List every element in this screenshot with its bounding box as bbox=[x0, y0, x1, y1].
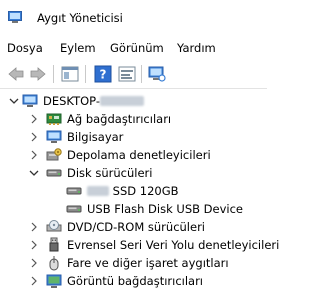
menu-help[interactable]: Yardım bbox=[177, 41, 216, 55]
tree-item-label: Disk sürücüleri bbox=[67, 166, 153, 180]
expand-chevron-icon[interactable] bbox=[29, 113, 39, 125]
storage-controller-icon bbox=[46, 148, 62, 161]
tree-item-label: Depolama denetleyicileri bbox=[67, 148, 211, 162]
network-adapter-icon bbox=[46, 113, 62, 125]
title-bar: Aygıt Yöneticisi bbox=[0, 0, 267, 34]
tree-item-label: DVD/CD-ROM sürücüleri bbox=[67, 220, 206, 234]
redacted-text bbox=[99, 96, 144, 106]
tree-item-label: Ağ bağdaştırıcıları bbox=[67, 112, 172, 126]
menu-file[interactable]: Dosya bbox=[7, 41, 43, 55]
tree-item-disk-drives[interactable]: Disk sürücüleri bbox=[0, 164, 267, 182]
display-adapter-icon bbox=[46, 274, 62, 288]
redacted-text bbox=[87, 186, 109, 196]
show-hide-console-tree-icon[interactable] bbox=[60, 65, 80, 83]
tree-item-label: Evrensel Seri Veri Yolu denetleyicileri bbox=[67, 238, 280, 252]
forward-arrow-icon[interactable] bbox=[28, 65, 48, 83]
back-arrow-icon[interactable] bbox=[6, 65, 26, 83]
collapse-chevron-icon[interactable] bbox=[29, 167, 39, 179]
tree-root[interactable]: DESKTOP- bbox=[0, 92, 267, 110]
computer-name-label: DESKTOP- bbox=[43, 94, 144, 108]
tree-item-usb-controllers[interactable]: Evrensel Seri Veri Yolu denetleyicileri bbox=[0, 236, 279, 254]
usb-controller-icon bbox=[49, 237, 59, 252]
tree-item-dvd-drives[interactable]: DVD/CD-ROM sürücüleri bbox=[0, 218, 267, 236]
toolbar-separator bbox=[85, 65, 86, 83]
expand-chevron-icon[interactable] bbox=[29, 131, 39, 143]
expand-chevron-icon[interactable] bbox=[29, 257, 39, 269]
menu-bar: Dosya Eylem Görünüm Yardım bbox=[0, 34, 267, 60]
disk-drive-icon bbox=[66, 187, 82, 195]
properties-icon[interactable] bbox=[117, 65, 137, 83]
collapse-chevron-icon[interactable] bbox=[9, 95, 19, 107]
disk-drive-icon bbox=[46, 169, 62, 177]
tree-item-display-adapters[interactable]: Görüntü bağdaştırıcıları bbox=[0, 272, 267, 290]
tree-item-mice[interactable]: Fare ve diğer işaret aygıtları bbox=[0, 254, 267, 272]
window-title: Aygıt Yöneticisi bbox=[37, 11, 123, 25]
scan-hardware-changes-icon[interactable] bbox=[147, 65, 167, 83]
disk-drive-icon bbox=[66, 205, 82, 213]
tree-item-label: Görüntü bağdaştırıcıları bbox=[67, 274, 204, 288]
tree-item-ssd[interactable]: SSD 120GB bbox=[0, 182, 267, 200]
help-icon[interactable]: ? bbox=[93, 65, 113, 83]
device-tree: DESKTOP- Ağ bağdaştırıcıları Bilgisayar bbox=[0, 89, 279, 294]
expand-chevron-icon[interactable] bbox=[29, 221, 39, 233]
computer-icon bbox=[46, 130, 62, 143]
svg-text:?: ? bbox=[100, 68, 107, 82]
expand-chevron-icon[interactable] bbox=[29, 149, 39, 161]
tree-item-label: SSD 120GB bbox=[87, 184, 179, 198]
menu-view[interactable]: Görünüm bbox=[110, 41, 164, 55]
tree-item-computer[interactable]: Bilgisayar bbox=[0, 128, 267, 146]
tree-item-label: USB Flash Disk USB Device bbox=[87, 202, 244, 216]
computer-icon bbox=[22, 94, 38, 107]
tree-item-usb-flash-disk[interactable]: USB Flash Disk USB Device bbox=[0, 200, 267, 218]
toolbar-separator bbox=[53, 65, 54, 83]
tree-item-network-adapters[interactable]: Ağ bağdaştırıcıları bbox=[0, 110, 267, 128]
dvd-drive-icon bbox=[46, 220, 62, 232]
tree-item-label: Fare ve diğer işaret aygıtları bbox=[67, 256, 229, 270]
mouse-icon bbox=[49, 255, 59, 271]
tree-item-label: Bilgisayar bbox=[67, 130, 124, 144]
expand-chevron-icon[interactable] bbox=[29, 239, 39, 251]
toolbar: ? bbox=[0, 60, 267, 89]
tree-item-storage-controllers[interactable]: Depolama denetleyicileri bbox=[0, 146, 267, 164]
toolbar-separator bbox=[141, 65, 142, 83]
expand-chevron-icon[interactable] bbox=[29, 275, 39, 287]
menu-action[interactable]: Eylem bbox=[60, 41, 96, 55]
device-manager-icon bbox=[8, 11, 22, 23]
